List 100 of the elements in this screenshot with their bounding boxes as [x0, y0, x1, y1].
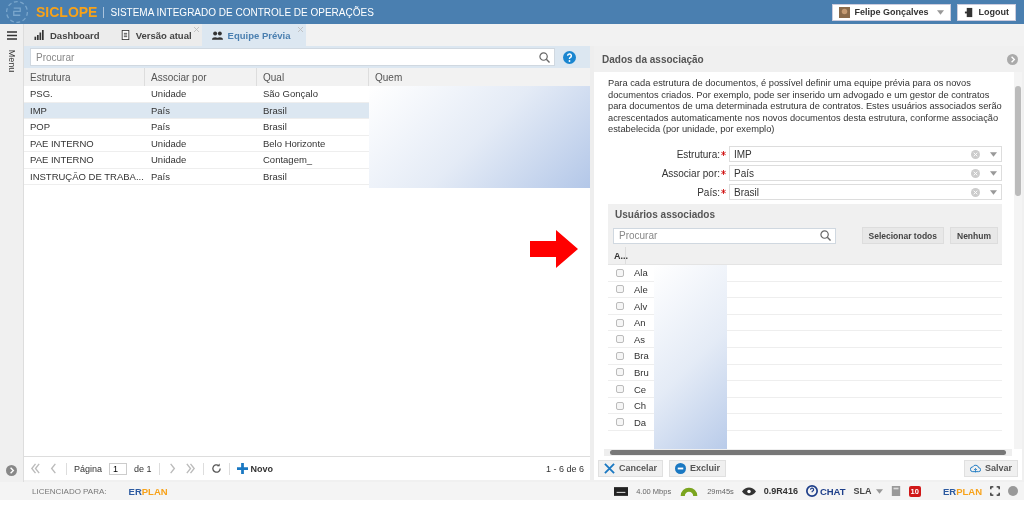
page-field[interactable]: 1: [109, 462, 128, 475]
expand-icon[interactable]: [6, 465, 17, 476]
checkbox[interactable]: [616, 285, 624, 294]
table-row[interactable]: INSTRUÇÃO DE TRABA... País Brasil: [24, 168, 369, 185]
table-cell-text: PAE INTERNO: [29, 154, 95, 166]
caret-icon: [936, 9, 944, 15]
checkbox[interactable]: [616, 401, 624, 410]
dial-icon: [4, 0, 30, 25]
table-cell-text: PSG.: [29, 88, 54, 100]
checkbox[interactable]: [616, 268, 624, 277]
user-name: An: [634, 317, 646, 329]
section-title: Usuários associados: [614, 207, 717, 222]
caret-icon[interactable]: [990, 151, 997, 157]
logout-button[interactable]: Logout: [956, 3, 1016, 21]
table-cell-text: País: [150, 104, 171, 116]
network-icon: [614, 486, 629, 496]
arrow-icon: [530, 230, 578, 268]
close-icon[interactable]: [298, 27, 304, 32]
table-cell-text: País: [150, 121, 171, 133]
caret-icon[interactable]: [990, 189, 997, 195]
column-header[interactable]: Estrutura: [24, 68, 145, 86]
eye-icon: [741, 486, 756, 496]
field-label: País:: [608, 186, 726, 198]
column-header[interactable]: Qual: [257, 68, 369, 86]
user-name: Ch: [634, 400, 647, 412]
vertical-scrollbar[interactable]: [1014, 72, 1022, 449]
plus-icon: [236, 463, 248, 474]
delete-button[interactable]: Excluir: [669, 459, 727, 477]
document-icon: [119, 30, 131, 40]
checkbox[interactable]: [616, 351, 624, 360]
table-cell-text: Unidade: [150, 88, 188, 100]
select-all-button[interactable]: Selecionar todos: [861, 227, 944, 245]
select-field[interactable]: País: [729, 165, 1002, 182]
user-name: Ala: [634, 267, 648, 279]
clear-icon[interactable]: [971, 187, 980, 197]
cancel-button[interactable]: Cancelar: [598, 459, 664, 477]
tab[interactable]: Versão atual: [109, 24, 202, 46]
column-header[interactable]: A...: [608, 247, 626, 265]
user-name: Alv: [634, 300, 648, 312]
checkbox[interactable]: [616, 318, 624, 327]
close-icon[interactable]: [193, 27, 199, 32]
calculator-icon[interactable]: [890, 486, 901, 496]
door-icon: [963, 6, 975, 18]
user-name: Ale: [634, 283, 648, 295]
save-button[interactable]: Salvar: [963, 459, 1018, 477]
clear-icon[interactable]: [971, 149, 980, 159]
page-label: Página: [74, 463, 103, 474]
checkbox[interactable]: [616, 302, 624, 311]
user-name: As: [634, 333, 646, 345]
user-name: Ce: [634, 383, 647, 395]
sla-dropdown[interactable]: SLA: [853, 486, 883, 496]
erplan-logo: ERPLAN: [128, 485, 168, 497]
search-field[interactable]: Procurar: [30, 48, 555, 66]
horizontal-scrollbar[interactable]: [604, 449, 1012, 456]
caret-icon[interactable]: [990, 170, 997, 176]
search-field[interactable]: Procurar: [613, 227, 836, 244]
side-menu[interactable]: Menu: [0, 24, 24, 482]
table-row[interactable]: PSG. Unidade São Gonçalo: [24, 86, 369, 103]
field-label: Associar por:: [608, 167, 726, 179]
chat-button[interactable]: CHAT: [805, 485, 846, 497]
table-row[interactable]: PAE INTERNO Unidade Contagem_: [24, 152, 369, 169]
column-header[interactable]: Quem: [369, 68, 590, 86]
fullscreen-icon[interactable]: [990, 486, 1000, 496]
table-cell-text: Contagem_: [262, 154, 314, 166]
last-page-icon[interactable]: [184, 463, 196, 474]
clear-icon[interactable]: [971, 168, 980, 178]
version-label: 0.9R416: [763, 486, 798, 496]
previous-page-icon[interactable]: [48, 463, 59, 474]
refresh-icon[interactable]: [210, 463, 222, 474]
user-menu-button[interactable]: Felipe Gonçalves: [832, 3, 951, 21]
new-button[interactable]: Novo: [236, 463, 274, 474]
checkbox[interactable]: [616, 418, 624, 427]
column-header[interactable]: Associar por: [145, 68, 257, 86]
none-button[interactable]: Nenhum: [950, 227, 998, 245]
minus-circle-icon: [675, 462, 687, 474]
help-icon: [805, 485, 818, 497]
select-field[interactable]: Brasil: [729, 184, 1002, 201]
search-icon: [539, 51, 550, 63]
table-cell-text: IMP: [29, 104, 48, 116]
menu-label: Menu: [6, 49, 17, 73]
field-label: Estrutura:: [608, 148, 726, 160]
close-icon: [604, 462, 615, 474]
help-icon[interactable]: [563, 50, 576, 64]
description-text: Para cada estrutura de documentos, é possível definir uma equipe prévia para os novos documentos criados. Por exemplo, pode ser inserido um advogado e um gestor de contratos para documentos de uma determinada estrutura de contratos. Estes usuários associados serão acrescentados automaticamente nos novos documentos desta estrutura, conforme associação estabelecida (por unidade, por exemplo): [608, 78, 1002, 137]
select-field[interactable]: IMP: [729, 146, 1002, 163]
checkbox[interactable]: [616, 335, 624, 344]
checkbox[interactable]: [616, 368, 624, 377]
gauge-icon: [679, 486, 700, 496]
table-cell-text: Brasil: [262, 170, 288, 182]
table-cell-text: País: [150, 170, 171, 182]
collapse-icon[interactable]: [1007, 53, 1018, 65]
table-row[interactable]: POP País Brasil: [24, 119, 369, 136]
search-icon: [819, 230, 831, 242]
table-cell-text: Brasil: [262, 121, 288, 133]
table-cell-text: INSTRUÇÃO DE TRABA...: [29, 170, 145, 182]
table-row[interactable]: PAE INTERNO Unidade Belo Horizonte: [24, 135, 369, 152]
people-icon: [211, 30, 223, 40]
first-page-icon[interactable]: [30, 463, 41, 474]
checkbox[interactable]: [616, 385, 624, 393]
tab[interactable]: Dashboard: [24, 24, 110, 46]
